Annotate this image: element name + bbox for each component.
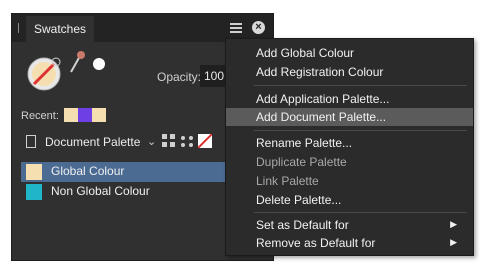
none-colour-icon[interactable]	[198, 134, 212, 148]
menu-item-rename-palette[interactable]: Rename Palette...	[226, 134, 473, 152]
swatch-label: Global Colour	[51, 164, 125, 178]
menu-item-label: Duplicate Palette	[256, 155, 347, 169]
recent-swatch[interactable]	[92, 108, 106, 122]
menu-item-label: Set as Default for	[256, 218, 349, 232]
palette-name: Document Palette	[45, 135, 141, 149]
menu-item-remove-as-default-for[interactable]: Remove as Default for ▶	[226, 234, 473, 252]
submenu-arrow-icon: ▶	[450, 237, 457, 247]
menu-separator	[254, 130, 467, 131]
menu-item-label: Rename Palette...	[256, 136, 353, 150]
palette-dropdown[interactable]: Document Palette ⌄	[21, 132, 161, 154]
document-icon	[26, 135, 36, 148]
menu-item-delete-palette[interactable]: Delete Palette...	[226, 191, 473, 209]
grid-view-icon[interactable]	[162, 134, 176, 148]
menu-item-label: Add Registration Colour	[256, 65, 384, 79]
tab-swatches[interactable]: Swatches	[26, 16, 95, 42]
menu-item-label: Link Palette	[256, 174, 319, 188]
drag-grip[interactable]	[18, 23, 19, 33]
picked-colour-swatch[interactable]	[92, 57, 106, 71]
add-swatch-icon[interactable]	[180, 135, 194, 148]
panel-menu-icon[interactable]	[230, 23, 242, 33]
chevron-down-icon: ⌄	[147, 136, 157, 148]
menu-item-add-registration-colour[interactable]: Add Registration Colour	[226, 63, 473, 81]
swatch-row-non-global-colour[interactable]: Non Global Colour	[21, 182, 231, 202]
menu-item-add-application-palette[interactable]: Add Application Palette...	[226, 90, 473, 108]
colour-picker-icon[interactable]	[68, 50, 86, 74]
menu-item-label: Add Application Palette...	[256, 92, 390, 106]
menu-item-label: Delete Palette...	[256, 193, 342, 207]
menu-separator	[254, 212, 467, 213]
menu-item-link-palette: Link Palette	[226, 172, 473, 190]
colour-wheel-icon[interactable]	[26, 56, 62, 92]
menu-item-add-document-palette[interactable]: Add Document Palette...	[226, 108, 473, 126]
context-menu: Add Global Colour Add Registration Colou…	[225, 38, 474, 256]
swatch-label: Non Global Colour	[51, 184, 150, 198]
menu-item-add-global-colour[interactable]: Add Global Colour	[226, 44, 473, 62]
recent-label: Recent:	[21, 110, 59, 122]
close-icon[interactable]: ×	[252, 21, 265, 34]
swatch-row-global-colour[interactable]: Global Colour	[21, 162, 231, 182]
submenu-arrow-icon: ▶	[450, 219, 457, 229]
recent-swatch[interactable]	[78, 108, 92, 122]
colour-swatch	[26, 164, 42, 180]
opacity-label: Opacity:	[157, 70, 202, 84]
menu-item-label: Add Global Colour	[256, 46, 355, 60]
recent-swatch[interactable]	[64, 108, 78, 122]
menu-separator	[254, 85, 467, 86]
menu-item-duplicate-palette: Duplicate Palette	[226, 153, 473, 171]
colour-swatch	[26, 184, 42, 200]
menu-item-set-as-default-for[interactable]: Set as Default for ▶	[226, 216, 473, 234]
menu-item-label: Remove as Default for	[256, 236, 376, 250]
menu-item-label: Add Document Palette...	[256, 110, 387, 124]
